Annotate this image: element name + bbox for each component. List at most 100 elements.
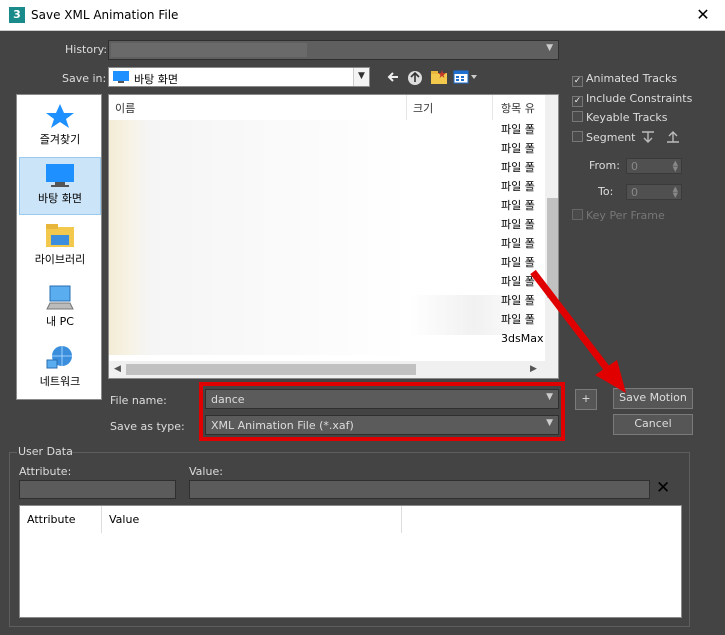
file-type-cell: 파일 폴 [501, 237, 535, 250]
save-in-combo[interactable]: 바탕 화면 ▼ [108, 67, 370, 87]
library-folder-icon [46, 224, 74, 247]
group-border [9, 452, 17, 453]
from-spinner[interactable]: 0 ▲ ▼ [626, 158, 682, 174]
file-type-cell: 파일 폴 [501, 313, 535, 326]
scroll-left-icon[interactable]: ◀ [114, 364, 121, 374]
checkbox-label: Include Constraints [586, 92, 693, 105]
horizontal-scrollbar[interactable]: ◀ ▶ [109, 361, 558, 378]
desktop-icon [46, 164, 74, 187]
back-arrow-icon[interactable] [386, 70, 400, 84]
place-desktop[interactable]: 바탕 화면 [19, 157, 101, 215]
value-label: Value: [189, 465, 223, 478]
checkbox-label: Segment [586, 131, 636, 144]
to-spinner[interactable]: 0 ▲ ▼ [626, 184, 682, 200]
user-data-label: User Data [18, 445, 73, 458]
file-name-label: File name: [110, 394, 167, 407]
file-type-cell: 파일 폴 [501, 161, 535, 174]
file-type-cell: 파일 폴 [501, 123, 535, 136]
column-header-attribute[interactable]: Attribute [20, 506, 102, 533]
red-highlight-box [199, 382, 565, 441]
network-icon [46, 346, 72, 369]
file-type-cell: 파일 폴 [501, 294, 535, 307]
file-type-cell: 파일 폴 [501, 275, 535, 288]
spinner-arrows-icon: ▲ ▼ [672, 185, 678, 199]
save-in-value: 바탕 화면 [134, 73, 178, 86]
app-icon: 3 [9, 7, 25, 23]
save-as-type-label: Save as type: [110, 420, 185, 433]
place-label: 즐겨찾기 [39, 133, 81, 146]
segment-start-icon[interactable] [640, 130, 656, 144]
segment-end-icon[interactable] [665, 130, 681, 144]
animated-tracks-checkbox[interactable]: ✓ Animated Tracks [572, 72, 677, 87]
type-column: 파일 폴 파일 폴 파일 폴 파일 폴 파일 폴 파일 폴 파일 폴 파일 폴 파일 폴 파일 폴… [501, 120, 545, 348]
column-header-size[interactable]: 크기 [407, 95, 493, 120]
window-title: Save XML Animation File [31, 8, 179, 22]
plus-button[interactable]: + [575, 389, 597, 410]
attribute-label: Attribute: [19, 465, 72, 478]
delete-x-icon[interactable]: ✕ [656, 478, 670, 498]
to-value: 0 [631, 186, 638, 199]
check-icon: ✓ [572, 96, 583, 107]
computer-icon [46, 285, 74, 310]
place-this-pc[interactable]: 내 PC [19, 281, 101, 339]
place-network[interactable]: 네트워크 [19, 341, 101, 399]
column-header-label: 항목 유 [501, 102, 535, 115]
history-combo[interactable]: ▼ [108, 40, 559, 60]
from-label: From: [589, 159, 620, 172]
place-library[interactable]: 라이브러리 [19, 219, 101, 277]
save-motion-button[interactable]: Save Motion [613, 388, 693, 409]
chevron-down-icon: ▼ [546, 43, 553, 53]
spinner-arrows-icon: ▲ ▼ [672, 159, 678, 173]
file-type-cell: 파일 폴 [501, 142, 535, 155]
column-header-label: 크기 [413, 102, 434, 115]
keyable-tracks-checkbox[interactable]: Keyable Tracks [572, 111, 668, 124]
checkbox-box [572, 111, 583, 122]
file-list[interactable]: 이름 ^ 크기 항목 유 파일 폴 파일 폴 파일 폴 파일 폴 파일 폴 파일 폴 파일 … [108, 94, 559, 379]
file-type-cell: 파일 폴 [501, 180, 535, 193]
up-folder-icon[interactable] [406, 68, 424, 86]
scroll-thumb[interactable] [126, 364, 416, 375]
column-header-type[interactable]: 항목 유 [495, 95, 545, 120]
star-icon [46, 104, 74, 128]
place-favorites[interactable]: 즐겨찾기 [19, 99, 101, 157]
chevron-down-icon: ▼ [358, 71, 365, 81]
sort-up-icon: ^ [255, 94, 263, 102]
history-blurred-path [111, 43, 307, 57]
place-label: 바탕 화면 [38, 192, 82, 205]
column-header-name[interactable]: 이름 ^ [109, 95, 407, 120]
close-button[interactable]: ✕ [688, 4, 718, 26]
history-label: History: [65, 43, 108, 56]
key-per-frame-checkbox[interactable]: Key Per Frame [572, 209, 665, 222]
scroll-right-icon[interactable]: ▶ [530, 364, 537, 374]
blurred-file-names [109, 120, 409, 355]
vertical-scrollbar[interactable] [545, 95, 558, 361]
new-folder-icon[interactable] [430, 68, 448, 86]
checkbox-box [572, 131, 583, 142]
view-menu-icon[interactable] [453, 70, 479, 84]
user-data-table[interactable]: Attribute Value [19, 505, 682, 618]
value-input[interactable] [189, 480, 650, 499]
desktop-icon [113, 71, 129, 83]
file-type-cell: 파일 폴 [501, 199, 535, 212]
check-icon: ✓ [572, 76, 583, 87]
place-label: 라이브러리 [34, 253, 86, 266]
file-type-cell: 3dsMax [501, 332, 544, 345]
save-in-dropdown[interactable]: ▼ [353, 68, 369, 86]
to-label: To: [598, 185, 614, 198]
checkbox-label: Animated Tracks [586, 72, 678, 85]
group-border [70, 452, 690, 453]
column-header-value[interactable]: Value [102, 506, 402, 533]
file-type-cell: 파일 폴 [501, 218, 535, 231]
save-in-label: Save in: [62, 72, 107, 85]
checkbox-box [572, 209, 583, 220]
checkbox-label: Keyable Tracks [586, 111, 668, 124]
attribute-input[interactable] [19, 480, 176, 499]
segment-checkbox[interactable]: Segment [572, 131, 636, 144]
from-value: 0 [631, 160, 638, 173]
places-bar: 즐겨찾기 바탕 화면 라이브러리 내 PC 네트워크 [16, 94, 102, 400]
place-label: 내 PC [46, 315, 74, 328]
scroll-thumb[interactable] [547, 198, 558, 298]
checkbox-label: Key Per Frame [586, 209, 665, 222]
cancel-button[interactable]: Cancel [613, 414, 693, 435]
include-constraints-checkbox[interactable]: ✓ Include Constraints [572, 92, 692, 107]
